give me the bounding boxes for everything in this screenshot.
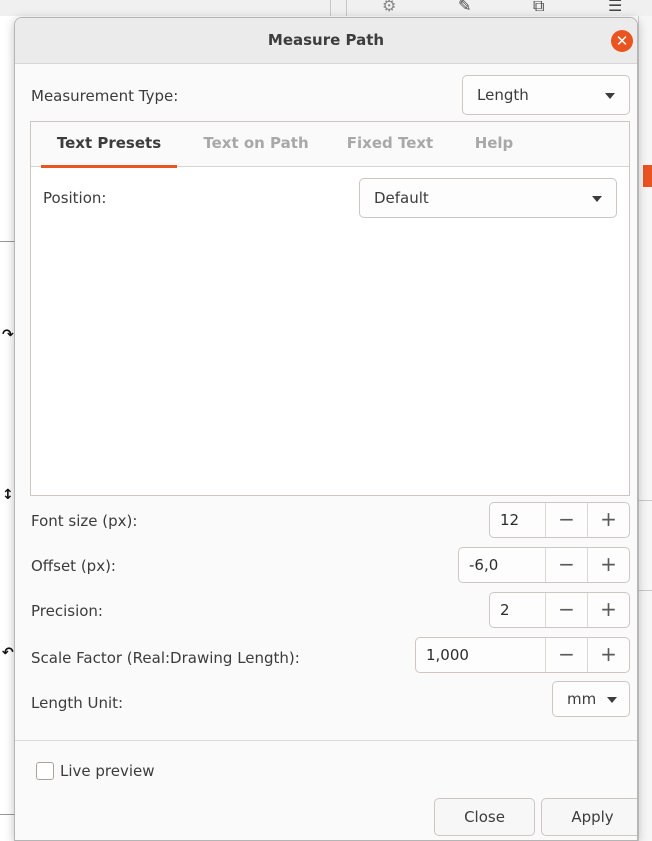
precision-label: Precision:: [31, 602, 103, 620]
length-unit-value: mm: [567, 690, 597, 708]
scale-factor-value[interactable]: 1,000: [426, 638, 469, 672]
offset-spinner[interactable]: -6,0 − +: [458, 547, 630, 583]
background-divider: [638, 590, 652, 591]
toolbar-separator: [330, 0, 331, 16]
length-unit-label: Length Unit:: [31, 694, 124, 712]
tab-help[interactable]: Help: [459, 122, 529, 167]
chevron-down-icon: [592, 196, 602, 202]
tab-bar: Text Presets Text on Path Fixed Text Hel…: [31, 122, 629, 168]
increment-icon[interactable]: +: [587, 593, 629, 627]
decrement-icon[interactable]: −: [545, 638, 587, 672]
tab-fixed-text[interactable]: Fixed Text: [337, 122, 443, 167]
close-button[interactable]: Close: [434, 798, 535, 836]
rotate-handle-icon[interactable]: ↶: [2, 645, 14, 661]
precision-value[interactable]: 2: [500, 593, 510, 627]
measurement-type-label: Measurement Type:: [31, 87, 179, 105]
background-panel-highlight: [643, 165, 652, 187]
precision-spinner[interactable]: 2 − +: [489, 592, 630, 628]
close-icon[interactable]: ✕: [611, 30, 633, 52]
offset-value[interactable]: -6,0: [469, 548, 498, 582]
font-size-value[interactable]: 12: [500, 503, 519, 537]
canvas-guide: [0, 814, 14, 815]
tab-text-on-path[interactable]: Text on Path: [191, 122, 321, 167]
tab-text-presets[interactable]: Text Presets: [41, 122, 177, 168]
font-size-label: Font size (px):: [31, 512, 138, 530]
stack-icon[interactable]: ☰: [608, 0, 622, 15]
chevron-down-icon: [605, 93, 615, 99]
scale-factor-spinner[interactable]: 1,000 − +: [415, 637, 630, 673]
scale-handle-icon[interactable]: ↕: [2, 487, 14, 503]
pen-icon[interactable]: ✎: [458, 0, 471, 15]
canvas-guide: [0, 241, 14, 242]
dialog-title: Measure Path: [267, 31, 385, 49]
code-icon[interactable]: ⧉: [533, 0, 544, 16]
dialog-titlebar[interactable]: Measure Path ✕: [15, 18, 637, 64]
separator: [15, 740, 637, 741]
live-preview-label[interactable]: Live preview: [60, 762, 155, 780]
offset-label: Offset (px):: [31, 557, 116, 575]
decrement-icon[interactable]: −: [545, 593, 587, 627]
position-value: Default: [374, 189, 429, 207]
tab-notebook: Text Presets Text on Path Fixed Text Hel…: [30, 121, 630, 496]
toolbar-separator: [346, 0, 347, 16]
chevron-down-icon: [607, 697, 617, 703]
background-divider: [638, 500, 652, 501]
measure-path-dialog: Measure Path ✕ Measurement Type: Length …: [14, 17, 638, 841]
scale-factor-label: Scale Factor (Real:Drawing Length):: [31, 649, 300, 667]
gear-icon[interactable]: ⚙: [382, 0, 396, 15]
rotate-handle-icon[interactable]: ↷: [2, 327, 14, 343]
length-unit-select[interactable]: mm: [552, 681, 630, 717]
position-label: Position:: [43, 189, 107, 207]
background-toolbar: ⚙ ✎ ⧉ ☰: [0, 0, 652, 16]
font-size-spinner[interactable]: 12 − +: [489, 502, 630, 538]
apply-button[interactable]: Apply: [541, 798, 637, 836]
increment-icon[interactable]: +: [587, 503, 629, 537]
background-panel: [638, 16, 652, 841]
measurement-type-select[interactable]: Length: [462, 75, 630, 115]
live-preview-checkbox[interactable]: [36, 762, 54, 780]
position-select[interactable]: Default: [359, 178, 617, 218]
increment-icon[interactable]: +: [587, 638, 629, 672]
decrement-icon[interactable]: −: [545, 548, 587, 582]
measurement-type-value: Length: [477, 86, 529, 104]
decrement-icon[interactable]: −: [545, 503, 587, 537]
increment-icon[interactable]: +: [587, 548, 629, 582]
